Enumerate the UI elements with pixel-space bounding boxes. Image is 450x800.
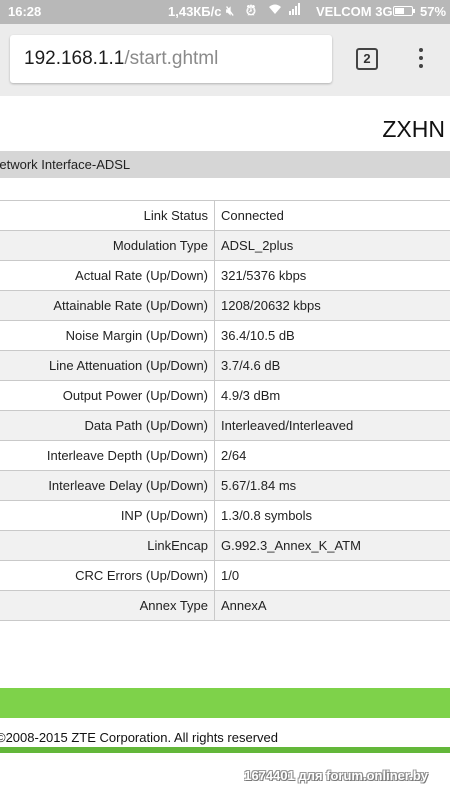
row-label: Link Status xyxy=(0,200,215,231)
table-row: Annex Type AnnexA xyxy=(0,590,450,621)
section-title: Network Interface-ADSL xyxy=(0,157,131,172)
address-bar[interactable]: 192.168.1.1/start.ghtml xyxy=(10,35,332,83)
browser-toolbar: 192.168.1.1/start.ghtml 2 xyxy=(0,24,450,96)
row-value: AnnexA xyxy=(214,590,450,621)
footer-bar xyxy=(0,688,450,718)
url-path: /start.ghtml xyxy=(124,48,219,69)
section-header: Network Interface-ADSL xyxy=(0,151,450,178)
row-value: G.992.3_Annex_K_ATM xyxy=(214,530,450,561)
row-value: 1/0 xyxy=(214,560,450,591)
table-row: Link Status Connected xyxy=(0,200,450,231)
network-speed: 1,43КБ/с xyxy=(168,4,222,19)
forum-watermark: 1674401 для forum.onliner.by xyxy=(244,768,428,783)
row-value: 2/64 xyxy=(214,440,450,471)
table-row: LinkEncap G.992.3_Annex_K_ATM xyxy=(0,530,450,561)
carrier-name: VELCOM 3G xyxy=(316,4,393,19)
table-row: INP (Up/Down) 1.3/0.8 symbols xyxy=(0,500,450,531)
table-row: Interleave Delay (Up/Down) 5.67/1.84 ms xyxy=(0,470,450,501)
battery-percent: 57% xyxy=(420,4,447,19)
status-icons: 🔇︎ ⏰︎ xyxy=(226,3,301,19)
row-value: Connected xyxy=(214,200,450,231)
row-label: Data Path (Up/Down) xyxy=(0,410,215,441)
row-label: INP (Up/Down) xyxy=(0,500,215,531)
table-row: CRC Errors (Up/Down) 1/0 xyxy=(0,560,450,591)
adsl-info-table: Link Status Connected Modulation Type ADSL_… xyxy=(0,200,450,621)
table-row: Output Power (Up/Down) 4.9/3 dBm xyxy=(0,380,450,411)
overflow-menu-icon[interactable] xyxy=(414,48,428,72)
row-value: 1208/20632 kbps xyxy=(214,290,450,321)
battery-icon xyxy=(393,6,413,16)
status-bar: 16:28 1,43КБ/с 🔇︎ ⏰︎ VELCOM 3G 57% xyxy=(0,0,450,24)
footer-line xyxy=(0,747,450,753)
row-value: 321/5376 kbps xyxy=(214,260,450,291)
row-label: Interleave Depth (Up/Down) xyxy=(0,440,215,471)
row-label: Output Power (Up/Down) xyxy=(0,380,215,411)
battery-tip xyxy=(413,9,415,13)
table-row: Data Path (Up/Down) Interleaved/Interleav… xyxy=(0,410,450,441)
row-label: Annex Type xyxy=(0,590,215,621)
row-value: 4.9/3 dBm xyxy=(214,380,450,411)
battery-fill xyxy=(395,8,405,14)
row-value: 36.4/10.5 dB xyxy=(214,320,450,351)
row-label: LinkEncap xyxy=(0,530,215,561)
row-value: Interleaved/Interleaved xyxy=(214,410,450,441)
mute-icon: 🔇︎ xyxy=(226,3,239,18)
row-label: Modulation Type xyxy=(0,230,215,261)
copyright-text: ©2008-2015 ZTE Corporation. All rights r… xyxy=(0,730,278,745)
row-value: 5.67/1.84 ms xyxy=(214,470,450,501)
alarm-icon: ⏰︎ xyxy=(245,3,260,18)
table-row: Interleave Depth (Up/Down) 2/64 xyxy=(0,440,450,471)
table-row: Line Attenuation (Up/Down) 3.7/4.6 dB xyxy=(0,350,450,381)
brand-logo: ZXHN xyxy=(382,116,445,142)
row-value: 3.7/4.6 dB xyxy=(214,350,450,381)
row-label: Line Attenuation (Up/Down) xyxy=(0,350,215,381)
row-label: Noise Margin (Up/Down) xyxy=(0,320,215,351)
row-value: 1.3/0.8 symbols xyxy=(214,500,450,531)
wifi-icon xyxy=(268,3,290,18)
table-row: Noise Margin (Up/Down) 36.4/10.5 dB xyxy=(0,320,450,351)
table-row: Modulation Type ADSL_2plus xyxy=(0,230,450,261)
status-time: 16:28 xyxy=(8,4,42,19)
row-label: Attainable Rate (Up/Down) xyxy=(0,290,215,321)
row-label: Interleave Delay (Up/Down) xyxy=(0,470,215,501)
tab-switcher-button[interactable]: 2 xyxy=(356,48,378,70)
row-label: CRC Errors (Up/Down) xyxy=(0,560,215,591)
table-row: Attainable Rate (Up/Down) 1208/20632 kbps xyxy=(0,290,450,321)
signal-icon xyxy=(289,3,301,18)
row-value: ADSL_2plus xyxy=(214,230,450,261)
row-label: Actual Rate (Up/Down) xyxy=(0,260,215,291)
table-row: Actual Rate (Up/Down) 321/5376 kbps xyxy=(0,260,450,291)
url-host: 192.168.1.1 xyxy=(24,48,125,69)
